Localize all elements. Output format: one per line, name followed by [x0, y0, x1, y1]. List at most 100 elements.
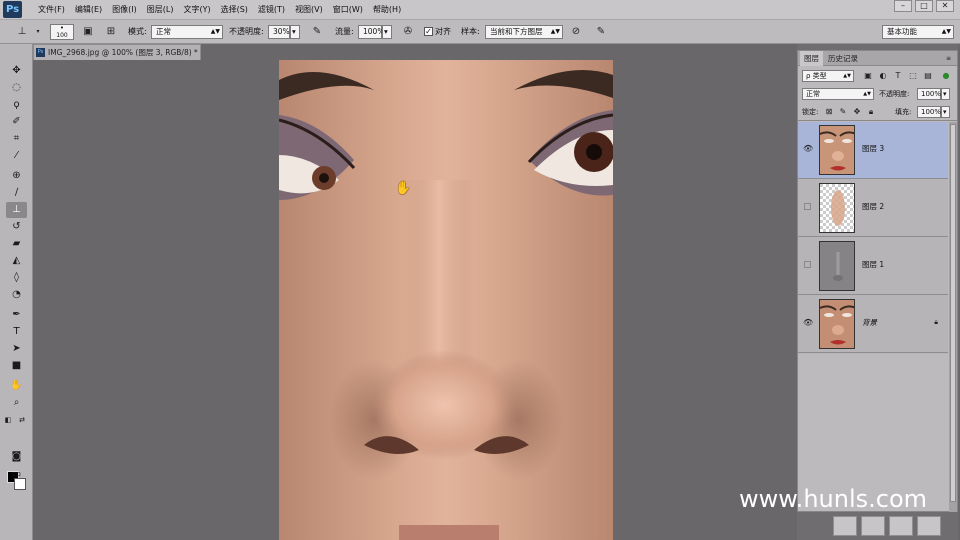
opacity-input[interactable]: 30% [268, 25, 290, 39]
marquee-tool-icon[interactable]: ◌ [6, 80, 27, 96]
chevron-down-icon: ▲▼ [843, 73, 851, 79]
toggle-brush-panel-icon[interactable]: ▣ [80, 24, 96, 40]
paint-bucket-tool-icon[interactable]: ◭ [6, 253, 27, 269]
brush-tool-icon[interactable]: ∕ [6, 185, 27, 201]
toggle-clone-source-icon[interactable]: ⊞ [103, 24, 119, 40]
layer-filter-select[interactable]: ρ 类型 ▲▼ [802, 70, 854, 82]
eraser-tool-icon[interactable]: ▰ [6, 236, 27, 252]
document-canvas[interactable]: ✋ [279, 60, 613, 540]
delete-layer-button[interactable] [917, 516, 941, 536]
visibility-off-box[interactable] [804, 261, 811, 268]
opacity-dropdown[interactable]: ▾ [290, 25, 300, 39]
new-layer-button[interactable] [889, 516, 913, 536]
eye-icon[interactable]: 👁︎ [803, 144, 813, 154]
layer-name[interactable]: 图层 3 [862, 143, 884, 155]
scrollbar-thumb[interactable] [950, 124, 956, 502]
workspace-select[interactable]: 基本功能 ▲▼ [882, 25, 954, 39]
healing-brush-tool-icon[interactable]: ⊕ [6, 168, 27, 184]
type-tool-icon[interactable]: T [6, 324, 27, 340]
lock-pixels-icon[interactable]: ✎ [838, 106, 848, 118]
layer-row-1[interactable]: 图层 1 [798, 238, 948, 295]
pressure-size-icon[interactable]: ✎ [593, 24, 609, 40]
mode-select[interactable]: 正常 ▲▼ [151, 25, 223, 39]
move-tool-icon[interactable]: ✥ [6, 63, 27, 79]
aligned-checkbox[interactable]: ✓ 对齐 [424, 24, 451, 40]
zoom-tool-icon[interactable]: ⌕ [6, 395, 27, 411]
clone-stamp-tool-icon[interactable]: ⊥ [6, 202, 27, 218]
layer-row-background[interactable]: 👁︎ 背景 🔒︎ [798, 296, 948, 353]
menu-file[interactable]: 文件(F) [33, 0, 70, 20]
menu-help[interactable]: 帮助(H) [368, 0, 406, 20]
panel-menu-icon[interactable]: ≡ [942, 51, 955, 66]
lock-transparent-icon[interactable]: ⊠ [824, 106, 834, 118]
clone-stamp-tool-preset-icon[interactable]: ⊥ [14, 24, 30, 40]
hand-tool-icon[interactable]: ✋ [6, 378, 27, 394]
default-colors-icon[interactable]: ◧ [3, 412, 13, 428]
brush-size-value: 100 [56, 32, 68, 39]
fill-dropdown[interactable]: ▾ [941, 106, 950, 118]
layer-row-3[interactable]: 👁︎ 图层 3 [798, 122, 948, 179]
layer-name[interactable]: 图层 2 [862, 201, 884, 213]
swap-colors-icon[interactable]: ⇄ [17, 412, 27, 428]
layer-opacity-input[interactable]: 100% [917, 88, 941, 100]
layers-scrollbar[interactable] [949, 122, 957, 512]
tool-preset-dropdown-icon[interactable]: ▾ [30, 24, 46, 40]
menu-select[interactable]: 选择(S) [216, 0, 253, 20]
chevron-down-icon: ▾ [384, 27, 388, 36]
menu-layer[interactable]: 图层(L) [142, 0, 179, 20]
ignore-adjustment-layers-icon[interactable]: ⊘ [568, 24, 584, 40]
tab-history[interactable]: 历史记录 [824, 51, 862, 66]
quick-selection-tool-icon[interactable]: ✐ [6, 114, 27, 130]
history-brush-tool-icon[interactable]: ↺ [6, 219, 27, 235]
minimize-button[interactable]: – [894, 0, 912, 12]
lock-position-icon[interactable]: ✥ [852, 106, 862, 118]
menu-view[interactable]: 视图(V) [290, 0, 328, 20]
visibility-off-box[interactable] [804, 203, 811, 210]
layers-panel: 图层 历史记录 ≡ ρ 类型 ▲▼ ▣ ◐ T ⬚ ▤ ● 正常 ▲▼ 不透明度: … [797, 50, 958, 512]
rectangle-tool-icon[interactable]: ■ [6, 358, 27, 374]
menu-edit[interactable]: 编辑(E) [70, 0, 107, 20]
lasso-tool-icon[interactable]: ϙ [6, 97, 27, 113]
new-adjustment-button[interactable] [861, 516, 885, 536]
blend-row: 正常 ▲▼ 不透明度: 100% ▾ [798, 85, 957, 103]
menu-window[interactable]: 窗口(W) [328, 0, 368, 20]
filter-adjustment-icon[interactable]: ◐ [878, 70, 888, 82]
menu-type[interactable]: 文字(Y) [178, 0, 215, 20]
airbrush-icon[interactable]: ✇ [400, 24, 416, 40]
mode-label: 模式: [128, 27, 147, 36]
filter-toggle-icon[interactable]: ● [941, 70, 951, 82]
filter-type-icon[interactable]: T [893, 70, 903, 82]
sample-select[interactable]: 当前和下方图层 ▲▼ [485, 25, 563, 39]
flow-dropdown[interactable]: ▾ [382, 25, 392, 39]
eye-icon[interactable]: 👁︎ [803, 318, 813, 328]
blend-mode-select[interactable]: 正常 ▲▼ [802, 88, 874, 100]
menu-filter[interactable]: 滤镜(T) [253, 0, 290, 20]
document-tab[interactable]: Ps IMG_2968.jpg @ 100% (图层 3, RGB/8) * [33, 44, 201, 60]
filter-smart-object-icon[interactable]: ▤ [923, 70, 933, 82]
close-button[interactable]: ✕ [936, 0, 954, 12]
tab-layers[interactable]: 图层 [800, 51, 823, 66]
chevron-down-icon: ▾ [292, 27, 296, 36]
maximize-button[interactable]: □ [915, 0, 933, 12]
filter-shape-icon[interactable]: ⬚ [908, 70, 918, 82]
layer-name[interactable]: 图层 1 [862, 259, 884, 271]
fill-input[interactable]: 100% [917, 106, 941, 118]
eyedropper-tool-icon[interactable]: ⁄ [6, 148, 27, 164]
layer-name[interactable]: 背景 [862, 317, 877, 329]
pen-tool-icon[interactable]: ✒ [6, 307, 27, 323]
blur-tool-icon[interactable]: ◊ [6, 270, 27, 286]
screen-mode-icon[interactable]: ▭ [6, 467, 27, 483]
brush-preset-picker[interactable]: • 100 [50, 24, 74, 40]
new-group-button[interactable] [833, 516, 857, 536]
filter-pixel-icon[interactable]: ▣ [863, 70, 873, 82]
crop-tool-icon[interactable]: ⌗ [6, 131, 27, 147]
flow-input[interactable]: 100% [358, 25, 384, 39]
dodge-tool-icon[interactable]: ◔ [6, 287, 27, 303]
pressure-opacity-icon[interactable]: ✎ [309, 24, 325, 40]
path-selection-tool-icon[interactable]: ➤ [6, 341, 27, 357]
menu-image[interactable]: 图像(I) [107, 0, 142, 20]
layer-row-2[interactable]: 图层 2 [798, 180, 948, 237]
layer-opacity-dropdown[interactable]: ▾ [941, 88, 950, 100]
lock-all-icon[interactable]: 🔒︎ [866, 106, 876, 118]
quick-mask-icon[interactable]: ◙ [6, 449, 27, 465]
